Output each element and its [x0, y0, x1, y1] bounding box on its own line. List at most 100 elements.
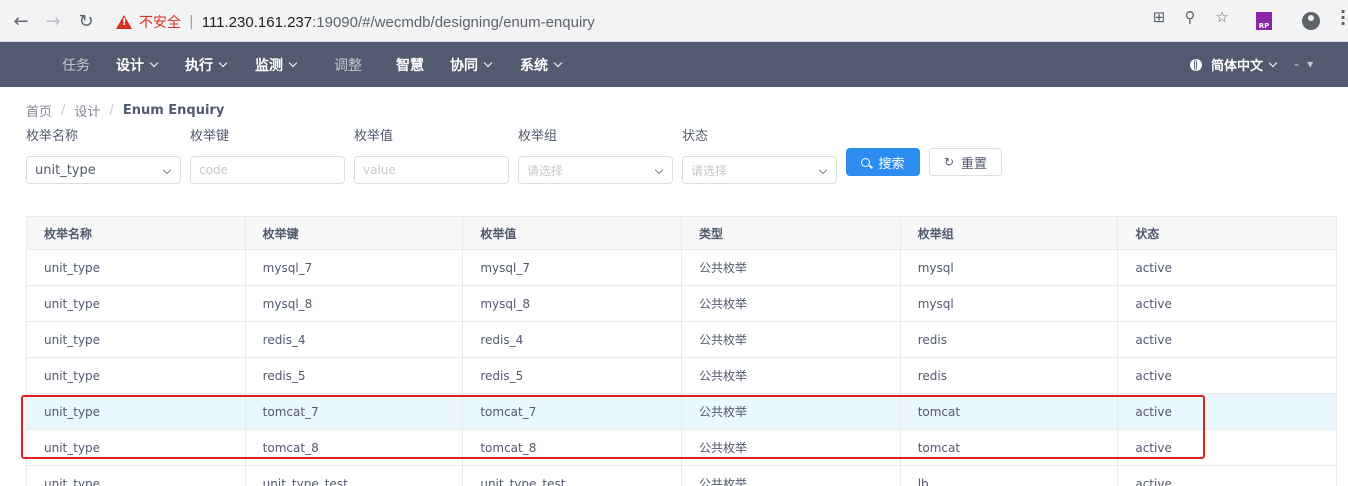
forward-icon[interactable]: →	[39, 7, 67, 35]
nav-item-execute[interactable]: 执行	[185, 42, 228, 87]
table-cell: mysql	[901, 250, 1119, 285]
browser-menu-icon[interactable]: · · ·	[1340, 4, 1346, 32]
browser-toolbar: ← → ↻ ! 不安全 | 111.230.161.237 :19090/#/w…	[0, 0, 1348, 42]
breadcrumb-design[interactable]: 设计	[74, 101, 100, 120]
bookmark-star-icon[interactable]: ☆	[1213, 8, 1231, 26]
reset-button[interactable]: ↻ 重置	[929, 148, 1002, 176]
nav-item-tasks[interactable]: 任务	[62, 42, 90, 87]
table-cell: tomcat	[901, 394, 1119, 429]
chevron-down-icon	[553, 58, 563, 67]
column-header[interactable]: 类型	[682, 217, 901, 249]
table-cell: unit_type	[27, 250, 246, 285]
breadcrumb-current: Enum Enquiry	[122, 103, 225, 118]
translate-icon[interactable]: ⊞	[1150, 8, 1168, 26]
globe-icon	[1190, 58, 1202, 71]
chevron-down-icon	[818, 165, 828, 175]
breadcrumb-separator: /	[109, 103, 114, 118]
table-cell: redis_4	[463, 322, 683, 357]
table-cell: 公共枚举	[682, 322, 901, 357]
table-cell: tomcat_7	[246, 394, 464, 429]
nav-item-system[interactable]: 系统	[520, 42, 563, 87]
url-host: 111.230.161.237	[201, 13, 313, 31]
table-cell: tomcat_7	[463, 394, 683, 429]
column-header[interactable]: 枚举键	[246, 217, 464, 249]
table-cell: redis_4	[246, 322, 464, 357]
chevron-down-icon	[162, 165, 172, 175]
table-row[interactable]: unit_type tomcat_7 tomcat_7 公共枚举 tomcat activ…	[27, 394, 1336, 430]
zoom-icon[interactable]: ⚲	[1181, 8, 1199, 26]
chevron-down-icon	[483, 58, 493, 67]
table-cell: unit_type	[27, 466, 246, 486]
table-cell: 公共枚举	[682, 430, 901, 465]
status-select[interactable]: 请选择	[682, 156, 837, 184]
table-cell: active	[1135, 296, 1172, 311]
search-button-label: 搜索	[878, 156, 905, 172]
table-cell: unit_type_test	[463, 466, 683, 486]
chevron-down-icon	[288, 58, 298, 67]
divider: |	[189, 14, 194, 30]
nav-item-design[interactable]: 设计	[116, 42, 159, 87]
table-cell: redis	[901, 358, 1119, 393]
table-cell: unit_type	[27, 322, 246, 357]
profile-icon[interactable]	[1302, 12, 1320, 30]
table-cell: tomcat	[901, 430, 1119, 465]
reload-icon[interactable]: ↻	[72, 7, 100, 35]
table-cell: tomcat_8	[463, 430, 683, 465]
group-placeholder: 请选择	[527, 163, 564, 178]
column-header[interactable]: 枚举名称	[27, 217, 246, 249]
table-cell: tomcat_8	[246, 430, 464, 465]
table-cell: unit_type	[27, 286, 246, 321]
back-icon[interactable]: ←	[7, 7, 35, 35]
table-cell: redis_5	[463, 358, 683, 393]
table-cell: 公共枚举	[682, 250, 901, 285]
table-cell: unit_type	[27, 358, 246, 393]
filter-label-status: 状态	[682, 129, 709, 144]
table-row[interactable]: unit_type redis_5 redis_5 公共枚举 redis active	[27, 358, 1336, 394]
url-path: :19090/#/wecmdb/designing/enum-enquiry	[312, 13, 595, 31]
table-cell: unit_type_test	[246, 466, 464, 486]
value-input[interactable]: value	[354, 156, 509, 184]
table-cell: unit_type	[27, 394, 246, 429]
table-cell: 公共枚举	[682, 394, 901, 429]
extension-icon[interactable]: RP	[1256, 12, 1272, 30]
table-cell: unit_type	[27, 430, 246, 465]
nav-item-collaborate[interactable]: 协同	[450, 42, 493, 87]
table-cell: 公共枚举	[682, 286, 901, 321]
table-cell: active	[1135, 404, 1172, 419]
table-cell: 公共枚举	[682, 358, 901, 393]
language-switcher[interactable]: 简体中文	[1190, 42, 1278, 87]
warning-icon: !	[116, 15, 132, 29]
refresh-icon: ↻	[943, 155, 955, 169]
column-header[interactable]: 枚举值	[463, 217, 683, 249]
breadcrumb-home[interactable]: 首页	[26, 101, 52, 120]
user-menu[interactable]: - ▼	[1294, 42, 1313, 87]
chevron-down-icon	[654, 165, 664, 175]
table-cell: active	[1135, 440, 1172, 455]
address-bar[interactable]: ! 不安全 | 111.230.161.237 :19090/#/wecmdb/…	[106, 6, 1252, 38]
enum-name-select[interactable]: unit_type	[26, 156, 181, 184]
table-row[interactable]: unit_type redis_4 redis_4 公共枚举 redis active	[27, 322, 1336, 358]
table-row[interactable]: unit_type mysql_8 mysql_8 公共枚举 mysql active	[27, 286, 1336, 322]
table-row[interactable]: unit_type tomcat_8 tomcat_8 公共枚举 tomcat activ…	[27, 430, 1336, 466]
table-cell: mysql_8	[463, 286, 683, 321]
table-row[interactable]: unit_type unit_type_test unit_type_test 公共枚…	[27, 466, 1336, 486]
nav-item-monitor[interactable]: 监测	[255, 42, 298, 87]
column-header[interactable]: 枚举组	[901, 217, 1119, 249]
enum-table: 枚举名称 枚举键 枚举值 类型 枚举组 状态 unit_type mysql_7 m…	[26, 216, 1337, 486]
table-body: unit_type mysql_7 mysql_7 公共枚举 mysql active un…	[27, 250, 1336, 486]
search-button[interactable]: 搜索	[846, 148, 920, 176]
enum-name-value: unit_type	[35, 162, 96, 178]
table-row[interactable]: unit_type mysql_7 mysql_7 公共枚举 mysql active	[27, 250, 1336, 286]
nav-item-wisdom[interactable]: 智慧	[396, 42, 424, 87]
nav-item-adjust[interactable]: 调整	[334, 42, 362, 87]
column-header[interactable]: 状态	[1118, 217, 1336, 249]
status-placeholder: 请选择	[691, 163, 728, 178]
code-input[interactable]: code	[190, 156, 345, 184]
enum-group-select[interactable]: 请选择	[518, 156, 673, 184]
table-cell: 公共枚举	[682, 466, 901, 486]
table-cell: lb	[901, 466, 1119, 486]
table-cell: redis_5	[246, 358, 464, 393]
table-cell: active	[1135, 368, 1172, 383]
chevron-down-icon	[149, 58, 159, 67]
reset-button-label: 重置	[961, 156, 988, 172]
